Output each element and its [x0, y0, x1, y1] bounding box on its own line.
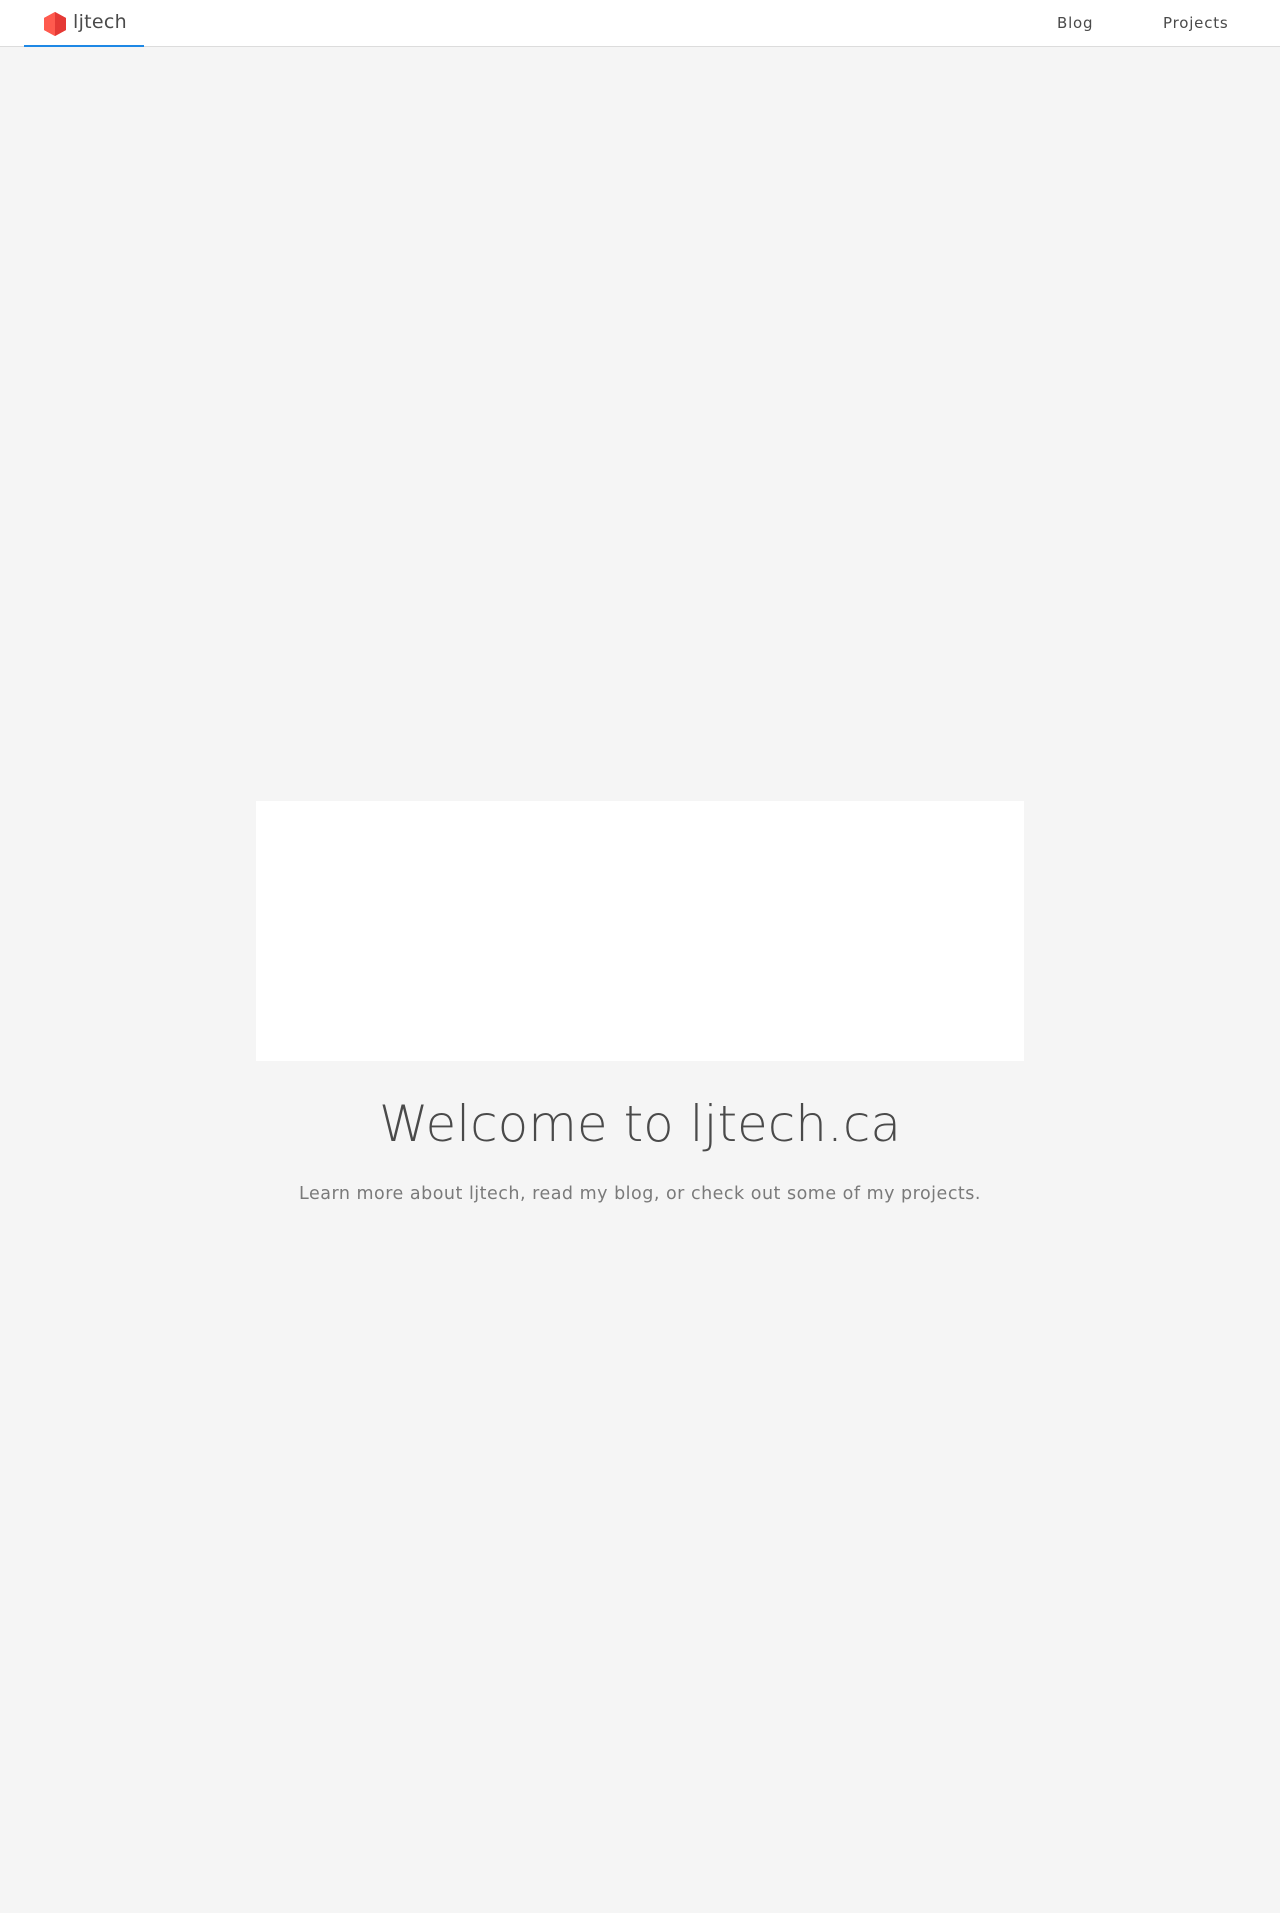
- brand-name: ljtech: [73, 11, 127, 33]
- hero-subtitle: Learn more about ljtech, read my blog, o…: [299, 1184, 981, 1204]
- nav-link-projects[interactable]: Projects: [1163, 14, 1229, 32]
- brand-home-link[interactable]: ljtech: [24, 0, 144, 47]
- hexagon-logo-icon: [44, 12, 66, 36]
- hero-title: Welcome to ljtech.ca: [378, 1095, 902, 1153]
- nav-link-blog[interactable]: Blog: [1057, 14, 1093, 32]
- hero-image-placeholder: [256, 801, 1024, 1061]
- top-navbar: ljtech Blog Projects: [0, 0, 1280, 47]
